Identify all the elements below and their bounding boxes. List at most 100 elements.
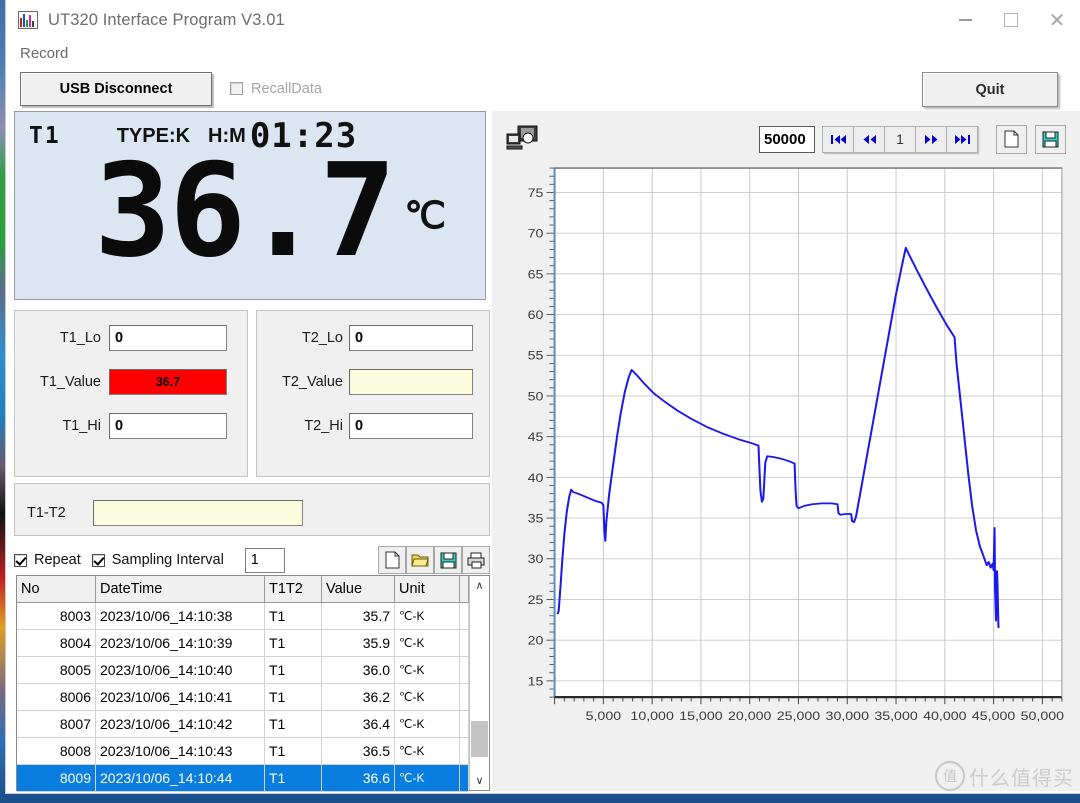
page-number-display[interactable]: 1 (884, 125, 916, 153)
quit-button[interactable]: Quit (922, 72, 1058, 107)
usb-disconnect-button[interactable]: USB Disconnect (20, 71, 212, 106)
cell-t1t2: T1 (264, 737, 322, 765)
t1-lo-input[interactable]: 0 (109, 325, 227, 351)
column-header-value[interactable]: Value (321, 576, 395, 603)
svg-text:35,000: 35,000 (874, 709, 917, 723)
svg-text:45,000: 45,000 (972, 709, 1015, 723)
cell-datetime: 2023/10/06_14:10:39 (95, 629, 265, 657)
recalldata-checkbox-group[interactable]: RecallData (230, 81, 322, 97)
table-row[interactable]: 8008 2023/10/06_14:10:43 T1 36.5 ℃-K (17, 737, 469, 765)
application-window: UT320 Interface Program V3.01 ✕ Record U… (6, 0, 1080, 793)
table-scrollbar[interactable]: ∧ ∨ (469, 576, 489, 790)
svg-text:15,000: 15,000 (679, 709, 722, 723)
next-page-button[interactable] (915, 125, 947, 153)
close-button[interactable]: ✕ (1034, 0, 1080, 40)
maximize-button[interactable] (988, 0, 1034, 40)
cell-no: 8009 (17, 764, 96, 792)
record-count-input[interactable]: 50000 (759, 125, 815, 153)
data-table-container[interactable]: No DateTime T1T2 Value Unit 8003 2023/10… (16, 575, 490, 792)
cell-unit: ℃-K (394, 737, 460, 765)
lcd-channel-label: T1 (29, 123, 61, 149)
table-row[interactable]: 8003 2023/10/06_14:10:38 T1 35.7 ℃-K (17, 602, 469, 630)
t2-lo-input[interactable]: 0 (349, 325, 473, 351)
svg-text:45: 45 (528, 430, 544, 444)
column-header-datetime[interactable]: DateTime (95, 576, 265, 603)
title-bar: UT320 Interface Program V3.01 ✕ (6, 0, 1080, 40)
last-page-button[interactable] (946, 125, 978, 153)
sampling-interval-input[interactable]: 1 (244, 547, 285, 573)
sampling-interval-checkbox[interactable] (91, 553, 105, 567)
column-header-t1t2[interactable]: T1T2 (264, 576, 322, 603)
cell-no: 8005 (17, 656, 96, 684)
t2-value-field (349, 369, 473, 395)
table-body: 8003 2023/10/06_14:10:38 T1 35.7 ℃-K 800… (17, 602, 469, 792)
t1-minus-t2-group: T1-T2 (14, 483, 490, 536)
window-title: UT320 Interface Program V3.01 (48, 10, 285, 29)
main-content: T1 TYPE:K H:M 01:23 36.7 ℃ T1_Lo 0 T1_Va… (6, 111, 1080, 792)
watermark: 值 什么值得买 (935, 761, 1074, 791)
cell-filler (459, 683, 469, 711)
cell-no: 8008 (17, 737, 96, 765)
menu-bar: Record (6, 40, 1080, 66)
cell-no: 8003 (17, 602, 96, 630)
cell-filler (459, 737, 469, 765)
menu-item-record[interactable]: Record (20, 45, 68, 62)
chart-save-disk-icon[interactable] (1035, 124, 1066, 154)
t1-hi-input[interactable]: 0 (109, 413, 227, 439)
cell-datetime: 2023/10/06_14:10:38 (95, 602, 265, 630)
scroll-down-arrow-icon[interactable]: ∨ (470, 771, 489, 790)
scrollbar-thumb[interactable] (471, 721, 488, 757)
chart-toolbar: 50000 1 (492, 111, 1080, 167)
chart-bars-icon (18, 11, 38, 29)
table-row[interactable]: 8005 2023/10/06_14:10:40 T1 36.0 ℃-K (17, 656, 469, 684)
minimize-button[interactable] (942, 0, 988, 40)
t2-lo-label: T2_Lo (301, 330, 343, 346)
chart-plot-area[interactable]: 15 20 25 30 35 40 45 50 55 60 65 70 75 5,000 10,000 15,… (514, 161, 1070, 743)
left-panel: T1 TYPE:K H:M 01:23 36.7 ℃ T1_Lo 0 T1_Va… (6, 111, 492, 792)
column-header-filler (459, 576, 469, 603)
t1-lo-row: T1_Lo 0 (15, 321, 247, 355)
table-row[interactable]: 8007 2023/10/06_14:10:42 T1 36.4 ℃-K (17, 710, 469, 738)
table-row[interactable]: 8006 2023/10/06_14:10:41 T1 36.2 ℃-K (17, 683, 469, 711)
first-page-button[interactable] (822, 125, 854, 153)
svg-text:25,000: 25,000 (777, 709, 820, 723)
t1-group: T1_Lo 0 T1_Value 36.7 T1_Hi 0 (14, 310, 248, 477)
t1-minus-t2-row: T1-T2 (15, 496, 489, 530)
lcd-temperature-value: 36.7 (94, 137, 396, 286)
repeat-checkbox[interactable] (14, 553, 27, 567)
t2-hi-input[interactable]: 0 (349, 413, 473, 439)
table-header-row: No DateTime T1T2 Value Unit (17, 576, 469, 603)
new-file-icon[interactable] (378, 546, 406, 574)
t1-value-row: T1_Value 36.7 (15, 365, 247, 399)
cell-datetime: 2023/10/06_14:10:41 (95, 683, 265, 711)
cell-t1t2: T1 (264, 764, 322, 792)
computer-monitor-icon[interactable] (506, 125, 538, 153)
svg-text:50: 50 (528, 389, 544, 403)
watermark-text: 什么值得买 (969, 767, 1074, 790)
cell-unit: ℃-K (394, 764, 460, 792)
prev-page-button[interactable] (853, 125, 885, 153)
scrollbar-track[interactable] (470, 595, 489, 771)
cell-no: 8004 (17, 629, 96, 657)
svg-text:50,000: 50,000 (1021, 709, 1064, 723)
chart-new-file-icon[interactable] (996, 124, 1027, 154)
svg-text:30,000: 30,000 (826, 709, 869, 723)
open-folder-icon[interactable] (406, 546, 434, 574)
cell-value: 36.6 (321, 764, 395, 792)
recalldata-checkbox[interactable] (230, 82, 243, 95)
scroll-up-arrow-icon[interactable]: ∧ (470, 576, 489, 595)
svg-text:40,000: 40,000 (923, 709, 966, 723)
column-header-no[interactable]: No (17, 576, 96, 603)
svg-text:10,000: 10,000 (630, 709, 673, 723)
save-disk-icon[interactable] (434, 546, 462, 574)
cell-filler (459, 764, 469, 792)
print-icon[interactable] (462, 546, 490, 574)
table-row[interactable]: 8004 2023/10/06_14:10:39 T1 35.9 ℃-K (17, 629, 469, 657)
lcd-main-row: 36.7 ℃ (15, 137, 485, 286)
cell-filler (459, 629, 469, 657)
cell-value: 36.4 (321, 710, 395, 738)
column-header-unit[interactable]: Unit (394, 576, 460, 603)
t2-value-label: T2_Value (282, 374, 343, 390)
cell-t1t2: T1 (264, 710, 322, 738)
table-row[interactable]: 8009 2023/10/06_14:10:44 T1 36.6 ℃-K (17, 764, 469, 792)
